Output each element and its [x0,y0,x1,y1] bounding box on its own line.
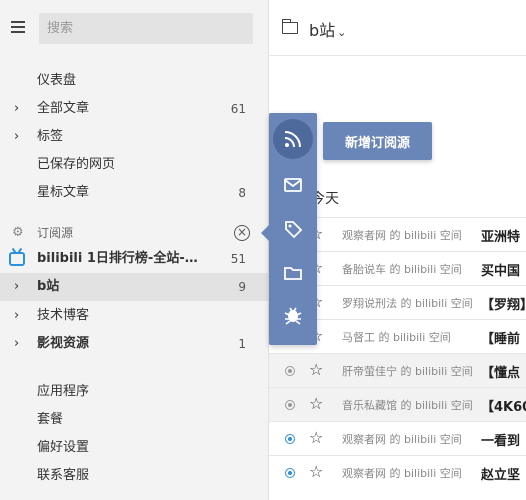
nav-saved-label: 已保存的网页 [37,157,116,172]
article-source: 备胎说车 的 bilibili 空间 [342,263,462,276]
app-window: { "search": {"placeholder": "搜索"}, "nav"… [0,0,526,500]
chevron-right-icon[interactable]: › [14,95,19,123]
nav-all-articles-count: 61 [230,102,246,116]
article-title: 【罗翔】 [481,298,526,313]
unread-status-dot[interactable] [285,434,295,444]
mail-button[interactable] [273,165,313,205]
nav-plans-label: 套餐 [37,412,64,427]
gear-icon[interactable]: ⚙ [12,219,24,247]
article-source: 马督工 的 bilibili 空间 [342,331,451,344]
read-status-dot[interactable] [285,400,295,410]
article-title: 【4K60 [481,400,526,415]
article-title: 【懂点 [481,366,521,381]
nav-starred-label: 星标文章 [37,185,90,200]
chevron-right-icon[interactable]: › [14,302,19,330]
article-row[interactable]: ☆ 音乐私藏馆 的 bilibili 空间 【4K60 [269,387,526,421]
article-row[interactable]: ☆ 观察者网 的 bilibili 空间 赵立坚 [269,455,526,489]
nav-all-articles-label: 全部文章 [37,101,90,116]
bug-icon [284,307,302,325]
chevron-right-icon[interactable]: › [14,123,19,151]
subscription-item-label: 技术博客 [37,308,90,323]
folder-icon [284,267,302,280]
tag-button[interactable] [273,209,313,249]
unread-status-dot[interactable] [285,468,295,478]
chevron-right-icon[interactable]: › [14,273,19,301]
subscription-item-bzhan[interactable]: › b站 9 [0,273,269,301]
nav-starred-count: 8 [238,186,246,200]
nav-plans[interactable]: 套餐 [0,406,269,434]
mail-icon [284,178,302,192]
subscription-item-movies[interactable]: › 影视资源 1 [0,330,269,358]
nav-apps[interactable]: 应用程序 [0,378,269,406]
subscriptions-title: 订阅源 [37,226,74,240]
feed-title[interactable]: b站 ⌄ [309,17,346,41]
add-subscription-icon[interactable]: × [234,225,250,241]
subscription-item-count: 9 [238,280,246,294]
subscription-item-tech-blog[interactable]: › 技术博客 [0,302,269,330]
folder-button[interactable] [273,253,313,293]
subscription-item-count: 1 [238,337,246,351]
read-status-dot[interactable] [285,366,295,376]
add-subscription-button[interactable]: 新增订阅源 [323,122,432,160]
nav-support[interactable]: 联系客服 [0,462,269,490]
nav-tags-label: 标签 [37,129,64,144]
add-menu-popup [261,113,317,345]
subscription-item-bilibili-rank[interactable]: bilibili 1日排行榜-全站-近期投稿 51 [0,245,269,273]
star-icon[interactable]: ☆ [309,360,323,379]
star-icon[interactable]: ☆ [309,394,323,413]
nav-dashboard-label: 仪表盘 [37,73,77,88]
nav-saved[interactable]: 已保存的网页 [0,151,269,179]
bilibili-icon [9,252,25,266]
subscription-item-label: 影视资源 [37,336,90,351]
nav-preferences-label: 偏好设置 [37,440,90,455]
article-source: 观察者网 的 bilibili 空间 [342,229,462,242]
article-title: 【睡前 [481,332,521,347]
nav-all-articles[interactable]: › 全部文章 61 [0,95,269,123]
article-source: 观察者网 的 bilibili 空间 [342,433,462,446]
article-source: 音乐私藏馆 的 bilibili 空间 [342,399,473,412]
nav-support-label: 联系客服 [37,468,90,483]
nav-apps-label: 应用程序 [37,384,90,399]
article-source: 观察者网 的 bilibili 空间 [342,467,462,480]
rss-button[interactable] [273,119,313,159]
subscription-item-count: 51 [230,252,246,266]
chevron-right-icon[interactable]: › [14,330,19,358]
feed-title-text: b站 [309,21,336,40]
nav-tags[interactable]: › 标签 [0,123,269,151]
nav-preferences[interactable]: 偏好设置 [0,434,269,462]
subscription-item-label: bilibili 1日排行榜-全站-近期投稿 [37,251,209,266]
sidebar: 仪表盘 › 全部文章 61 › 标签 已保存的网页 星标文章 8 ⚙ 订阅源 ×… [0,0,269,500]
nav-starred[interactable]: 星标文章 8 [0,179,269,207]
menu-icon[interactable] [11,21,25,33]
article-row[interactable]: ☆ 观察者网 的 bilibili 空间 一看到 [269,421,526,455]
subscriptions-header: ⚙ 订阅源 × [0,219,269,247]
article-title: 买中国 [481,264,521,279]
subscription-item-label: b站 [37,279,60,294]
article-title: 赵立坚 [481,468,521,483]
article-row[interactable]: ☆ 肝帝萤佳宁 的 bilibili 空间 【懂点 [269,353,526,387]
tag-icon [285,221,303,239]
nav-dashboard[interactable]: 仪表盘 [0,67,269,95]
article-title: 亚洲特 [481,230,521,245]
article-title: 一看到 [481,434,521,449]
rss-icon [284,131,301,148]
folder-icon [281,19,298,34]
article-source: 肝帝萤佳宁 的 bilibili 空间 [342,365,473,378]
star-icon[interactable]: ☆ [309,428,323,447]
search-input[interactable] [39,13,253,44]
star-icon[interactable]: ☆ [309,462,323,481]
top-bar: b站 ⌄ [269,0,526,56]
bug-button[interactable] [273,295,313,335]
chevron-down-icon[interactable]: ⌄ [337,26,346,39]
article-source: 罗翔说刑法 的 bilibili 空间 [342,297,473,310]
